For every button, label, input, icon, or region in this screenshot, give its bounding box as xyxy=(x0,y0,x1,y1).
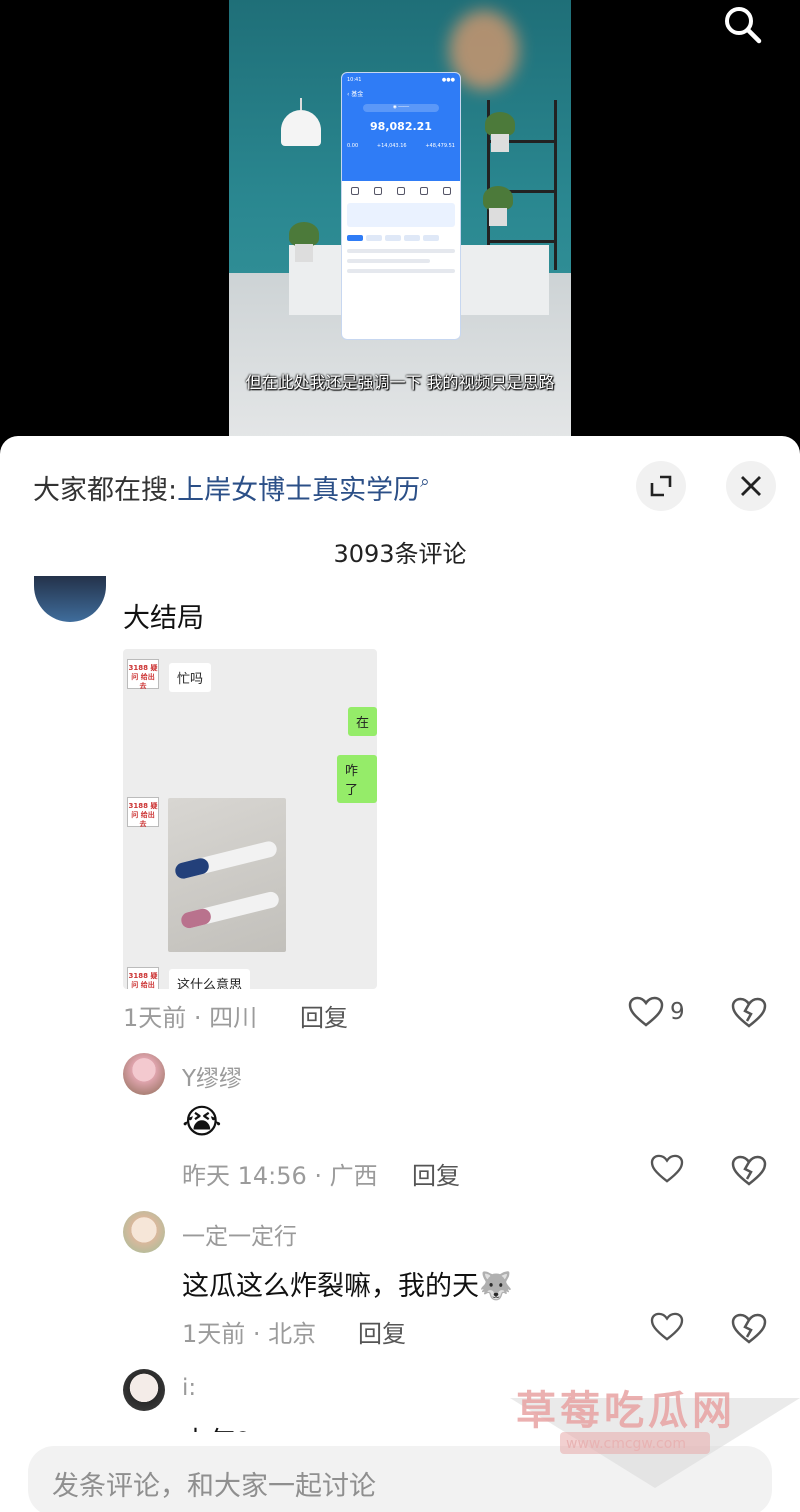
expand-button[interactable] xyxy=(636,461,686,511)
dislike-button[interactable] xyxy=(731,1155,767,1187)
avatar[interactable] xyxy=(123,1053,165,1095)
test-stick-pink xyxy=(179,890,281,930)
commenter-name[interactable]: i: xyxy=(182,1375,196,1401)
chat-bubble: 在 xyxy=(348,707,377,736)
video-subtitle: 但在此处我还是强调一下 我的视频只是思路 xyxy=(245,373,555,392)
comment-text: 这瓜这么炸裂嘛，我的天🐺 xyxy=(182,1264,513,1303)
comment-image[interactable]: 3188 疑问 给出去 忙吗 在 咋了 3188 疑问 给出去 3188 疑问 … xyxy=(123,649,377,989)
plant-shelf xyxy=(483,112,517,152)
comment-input[interactable]: 发条评论，和大家一起讨论 xyxy=(28,1446,772,1512)
like-count: 9 xyxy=(670,999,685,1025)
like-button[interactable]: 9 xyxy=(628,996,685,1028)
close-icon xyxy=(741,476,761,496)
like-button[interactable] xyxy=(650,1154,684,1184)
comment-input-placeholder: 发条评论，和大家一起讨论 xyxy=(52,1471,376,1502)
reply-button[interactable]: 回复 xyxy=(358,1314,406,1349)
chat-bubble: 忙吗 xyxy=(169,663,212,692)
commenter-name[interactable]: 一定一定行 xyxy=(182,1217,297,1251)
hot-search-keyword[interactable]: 上岸女博士真实学历 xyxy=(177,475,420,506)
avatar[interactable] xyxy=(123,1369,165,1411)
comment-time: 昨天 14:56 · 广西 xyxy=(182,1162,378,1190)
comment-input-bar: 发条评论，和大家一起讨论 xyxy=(0,1432,800,1512)
hot-search-prefix: 大家都在搜: xyxy=(33,475,178,506)
dislike-button[interactable] xyxy=(731,997,767,1029)
dislike-button[interactable] xyxy=(731,1313,767,1345)
photo-pregnancy-tests xyxy=(168,798,286,952)
comment-time: 1天前 · 四川 xyxy=(123,1004,258,1032)
broken-heart-icon xyxy=(731,1155,767,1186)
phone-amount: 98,082.21 xyxy=(370,120,432,133)
heart-icon xyxy=(650,1154,684,1183)
reply-button[interactable]: 回复 xyxy=(300,998,348,1033)
video-player[interactable]: 10:41 ●●● ‹ 基金 ◉ ──── 98,082.21 0.00 +14,0… xyxy=(0,0,800,470)
pendant-lamp xyxy=(281,98,321,146)
search-icon xyxy=(725,7,762,44)
wolf-emoji: 🐺 xyxy=(479,1271,513,1302)
search-hint-icon: ⌕ xyxy=(420,472,430,492)
search-button[interactable] xyxy=(718,2,766,46)
plant-desk xyxy=(481,186,515,226)
chat-bubble: 咋了 xyxy=(337,755,377,803)
avatar[interactable] xyxy=(34,576,106,622)
avatar[interactable] xyxy=(123,1211,165,1253)
crying-laugh-emoji: 😭 xyxy=(182,1102,222,1142)
heart-icon xyxy=(628,996,664,1027)
comment-count: 3093条评论 xyxy=(333,540,467,568)
comment-text-body: 这瓜这么炸裂嘛，我的天 xyxy=(182,1271,479,1302)
close-button[interactable] xyxy=(726,461,776,511)
plant-left xyxy=(287,222,321,262)
expand-icon xyxy=(650,475,672,497)
hot-search-banner[interactable]: 大家都在搜:上岸女博士真实学历⌕ xyxy=(33,468,430,507)
broken-heart-icon xyxy=(731,997,767,1028)
chat-avatar: 3188 疑问 给出去 xyxy=(127,967,159,989)
broken-heart-icon xyxy=(731,1313,767,1344)
like-button[interactable] xyxy=(650,1312,684,1342)
commenter-name[interactable]: Y缪缪 xyxy=(182,1059,242,1093)
comment-time: 1天前 · 北京 xyxy=(182,1320,317,1348)
reply-button[interactable]: 回复 xyxy=(412,1156,460,1191)
chat-avatar: 3188 疑问 给出去 xyxy=(127,797,159,828)
chat-bubble: 这什么意思 xyxy=(169,969,251,989)
comment-sheet: 大家都在搜:上岸女博士真实学历⌕ 3093条评论 大结局 3188 疑问 给出去… xyxy=(0,436,800,1512)
chat-avatar: 3188 疑问 给出去 xyxy=(127,659,159,690)
heart-icon xyxy=(650,1312,684,1341)
comment-text: 大结局 xyxy=(123,603,204,634)
test-stick-blue xyxy=(173,839,279,881)
phone-screenshot: 10:41 ●●● ‹ 基金 ◉ ──── 98,082.21 0.00 +14,0… xyxy=(341,72,461,340)
